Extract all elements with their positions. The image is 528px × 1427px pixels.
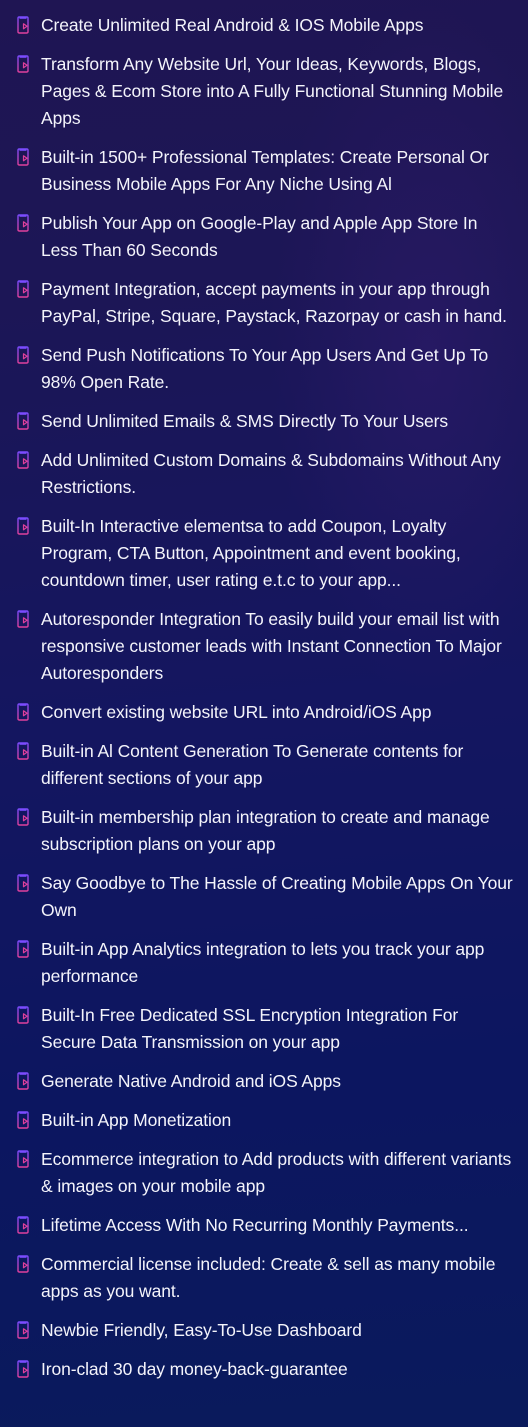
- feature-item: Built-in App Monetization: [0, 1107, 528, 1134]
- phone-play-icon: [17, 1216, 29, 1234]
- phone-play-icon: [17, 451, 29, 469]
- feature-text: Payment Integration, accept payments in …: [41, 279, 507, 326]
- phone-play-icon: [17, 1360, 29, 1378]
- phone-play-icon: [17, 517, 29, 535]
- feature-item: Newbie Friendly, Easy-To-Use Dashboard: [0, 1317, 528, 1344]
- feature-list: Create Unlimited Real Android & IOS Mobi…: [0, 0, 528, 1383]
- feature-text: Newbie Friendly, Easy-To-Use Dashboard: [41, 1320, 362, 1340]
- feature-item: Commercial license included: Create & se…: [0, 1251, 528, 1305]
- phone-play-icon: [17, 940, 29, 958]
- feature-item: Say Goodbye to The Hassle of Creating Mo…: [0, 870, 528, 924]
- feature-item: Built-In Interactive elementsa to add Co…: [0, 513, 528, 594]
- feature-text: Send Unlimited Emails & SMS Directly To …: [41, 411, 449, 431]
- feature-text: Commercial license included: Create & se…: [41, 1254, 496, 1301]
- phone-play-icon: [17, 874, 29, 892]
- feature-item: Publish Your App on Google-Play and Appl…: [0, 210, 528, 264]
- phone-play-icon: [17, 1111, 29, 1129]
- feature-text: Transform Any Website Url, Your Ideas, K…: [41, 54, 504, 128]
- phone-play-icon: [17, 1072, 29, 1090]
- feature-text: Publish Your App on Google-Play and Appl…: [41, 213, 478, 260]
- feature-text: Built-In Free Dedicated SSL Encryption I…: [41, 1005, 459, 1052]
- feature-item: Create Unlimited Real Android & IOS Mobi…: [0, 12, 528, 39]
- phone-play-icon: [17, 214, 29, 232]
- feature-item: Built-in 1500+ Professional Templates: C…: [0, 144, 528, 198]
- feature-text: Convert existing website URL into Androi…: [41, 702, 432, 722]
- feature-item: Built-in App Analytics integration to le…: [0, 936, 528, 990]
- feature-text: Say Goodbye to The Hassle of Creating Mo…: [41, 873, 513, 920]
- feature-text: Iron-clad 30 day money-back-guarantee: [41, 1359, 348, 1379]
- phone-play-icon: [17, 703, 29, 721]
- phone-play-icon: [17, 55, 29, 73]
- feature-item: Iron-clad 30 day money-back-guarantee: [0, 1356, 528, 1383]
- feature-item: Send Unlimited Emails & SMS Directly To …: [0, 408, 528, 435]
- feature-item: Built-In Free Dedicated SSL Encryption I…: [0, 1002, 528, 1056]
- feature-item: Add Unlimited Custom Domains & Subdomain…: [0, 447, 528, 501]
- feature-item: Built-in membership plan integration to …: [0, 804, 528, 858]
- feature-text: Add Unlimited Custom Domains & Subdomain…: [41, 450, 501, 497]
- feature-text: Autoresponder Integration To easily buil…: [41, 609, 502, 683]
- feature-text: Create Unlimited Real Android & IOS Mobi…: [41, 15, 424, 35]
- feature-text: Built-in App Analytics integration to le…: [41, 939, 485, 986]
- phone-play-icon: [17, 16, 29, 34]
- feature-item: Transform Any Website Url, Your Ideas, K…: [0, 51, 528, 132]
- feature-item: Convert existing website URL into Androi…: [0, 699, 528, 726]
- phone-play-icon: [17, 610, 29, 628]
- phone-play-icon: [17, 1006, 29, 1024]
- feature-item: Generate Native Android and iOS Apps: [0, 1068, 528, 1095]
- phone-play-icon: [17, 346, 29, 364]
- phone-play-icon: [17, 1255, 29, 1273]
- feature-item: Built-in Al Content Generation To Genera…: [0, 738, 528, 792]
- feature-item: Ecommerce integration to Add products wi…: [0, 1146, 528, 1200]
- feature-item: Payment Integration, accept payments in …: [0, 276, 528, 330]
- phone-play-icon: [17, 148, 29, 166]
- feature-text: Built-in Al Content Generation To Genera…: [41, 741, 464, 788]
- feature-text: Generate Native Android and iOS Apps: [41, 1071, 341, 1091]
- phone-play-icon: [17, 1150, 29, 1168]
- feature-text: Built-in 1500+ Professional Templates: C…: [41, 147, 489, 194]
- feature-text: Ecommerce integration to Add products wi…: [41, 1149, 512, 1196]
- feature-text: Lifetime Access With No Recurring Monthl…: [41, 1215, 469, 1235]
- feature-text: Built-in membership plan integration to …: [41, 807, 490, 854]
- feature-text: Built-in App Monetization: [41, 1110, 232, 1130]
- phone-play-icon: [17, 412, 29, 430]
- phone-play-icon: [17, 808, 29, 826]
- feature-text: Built-In Interactive elementsa to add Co…: [41, 516, 461, 590]
- phone-play-icon: [17, 742, 29, 760]
- phone-play-icon: [17, 280, 29, 298]
- feature-item: Lifetime Access With No Recurring Monthl…: [0, 1212, 528, 1239]
- feature-item: Autoresponder Integration To easily buil…: [0, 606, 528, 687]
- feature-text: Send Push Notifications To Your App User…: [41, 345, 489, 392]
- phone-play-icon: [17, 1321, 29, 1339]
- feature-item: Send Push Notifications To Your App User…: [0, 342, 528, 396]
